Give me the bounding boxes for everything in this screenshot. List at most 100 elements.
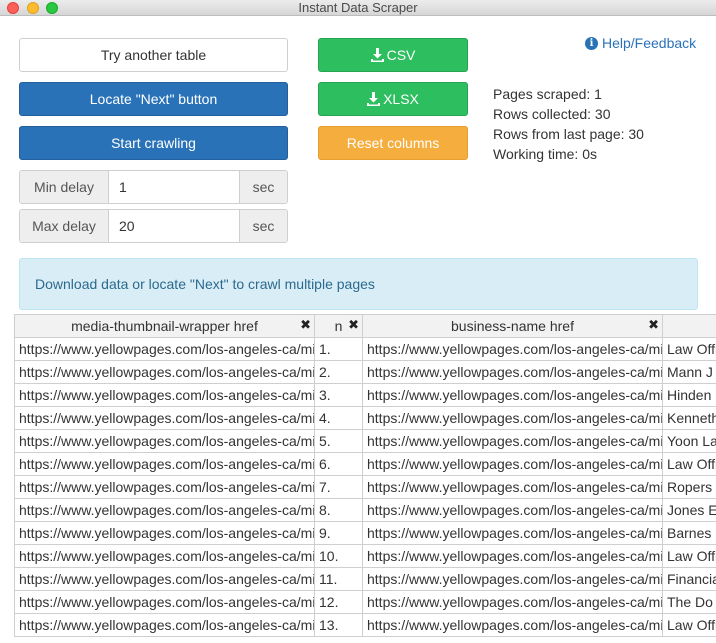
column-header[interactable]: [662, 314, 716, 338]
table-cell[interactable]: https://www.yellowpages.com/los-angeles-…: [362, 544, 663, 568]
table-cell[interactable]: Financia: [662, 567, 716, 591]
max-delay-group: Max delay sec: [19, 209, 288, 243]
start-crawling-button[interactable]: Start crawling: [19, 126, 288, 160]
rows-last-page: Rows from last page: 30: [493, 126, 644, 142]
table-cell[interactable]: https://www.yellowpages.com/los-angeles-…: [14, 337, 315, 361]
table-cell[interactable]: https://www.yellowpages.com/los-angeles-…: [362, 498, 663, 522]
info-icon: i: [585, 36, 598, 50]
table-row: https://www.yellowpages.com/los-angeles-…: [14, 337, 716, 361]
column-header[interactable]: media-thumbnail-wrapper href ✖: [14, 314, 315, 338]
reset-columns-button[interactable]: Reset columns: [318, 126, 468, 160]
csv-label: CSV: [386, 47, 416, 63]
table-cell[interactable]: https://www.yellowpages.com/los-angeles-…: [362, 475, 663, 499]
try-another-table-button[interactable]: Try another table: [19, 38, 288, 72]
table-cell[interactable]: Ropers: [662, 475, 716, 499]
table-cell[interactable]: https://www.yellowpages.com/los-angeles-…: [362, 383, 663, 407]
table-cell[interactable]: https://www.yellowpages.com/los-angeles-…: [14, 567, 315, 591]
table-cell[interactable]: Mann J: [662, 360, 716, 384]
table-cell[interactable]: https://www.yellowpages.com/los-angeles-…: [14, 521, 315, 545]
column-header-label: media-thumbnail-wrapper href: [71, 318, 258, 334]
max-delay-unit: sec: [239, 210, 287, 242]
table-cell[interactable]: https://www.yellowpages.com/los-angeles-…: [14, 429, 315, 453]
table-cell[interactable]: 1.: [314, 337, 363, 361]
min-delay-group: Min delay sec: [19, 170, 288, 204]
table-cell[interactable]: Kenneth: [662, 406, 716, 430]
column-header[interactable]: business-name href ✖: [362, 314, 663, 338]
min-delay-label: Min delay: [20, 171, 109, 203]
table-cell[interactable]: Jones E: [662, 498, 716, 522]
xlsx-button[interactable]: XLSX: [318, 82, 468, 116]
table-cell[interactable]: https://www.yellowpages.com/los-angeles-…: [14, 498, 315, 522]
table-cell[interactable]: 7.: [314, 475, 363, 499]
table-cell[interactable]: https://www.yellowpages.com/los-angeles-…: [362, 337, 663, 361]
table-row: https://www.yellowpages.com/los-angeles-…: [14, 613, 716, 637]
table-row: https://www.yellowpages.com/los-angeles-…: [14, 429, 716, 453]
table-cell[interactable]: 13.: [314, 613, 363, 637]
window-title: Instant Data Scraper: [298, 0, 418, 15]
locate-next-button[interactable]: Locate "Next" button: [19, 82, 288, 116]
table-cell[interactable]: https://www.yellowpages.com/los-angeles-…: [14, 406, 315, 430]
table-cell[interactable]: https://www.yellowpages.com/los-angeles-…: [14, 544, 315, 568]
scrape-stats: Pages scraped: 1 Rows collected: 30 Rows…: [493, 84, 644, 164]
data-table-container[interactable]: media-thumbnail-wrapper href ✖ n ✖ busin…: [14, 314, 716, 643]
min-delay-input[interactable]: [109, 171, 239, 203]
max-delay-input[interactable]: [109, 210, 239, 242]
table-cell[interactable]: 2.: [314, 360, 363, 384]
table-cell[interactable]: 11.: [314, 567, 363, 591]
column-header-label: business-name href: [451, 318, 574, 334]
table-row: https://www.yellowpages.com/los-angeles-…: [14, 590, 716, 614]
download-icon: [367, 92, 381, 106]
table-cell[interactable]: Yoon La: [662, 429, 716, 453]
table-cell[interactable]: 10.: [314, 544, 363, 568]
download-icon: [370, 48, 384, 62]
table-cell[interactable]: Hinden: [662, 383, 716, 407]
table-cell[interactable]: 6.: [314, 452, 363, 476]
min-delay-unit: sec: [239, 171, 287, 203]
xlsx-label: XLSX: [383, 91, 419, 107]
table-cell[interactable]: https://www.yellowpages.com/los-angeles-…: [362, 429, 663, 453]
working-time: Working time: 0s: [493, 146, 597, 162]
table-row: https://www.yellowpages.com/los-angeles-…: [14, 567, 716, 591]
table-cell[interactable]: https://www.yellowpages.com/los-angeles-…: [362, 360, 663, 384]
table-row: https://www.yellowpages.com/los-angeles-…: [14, 383, 716, 407]
max-delay-label: Max delay: [20, 210, 109, 242]
table-cell[interactable]: 4.: [314, 406, 363, 430]
column-header-label: n: [334, 318, 343, 334]
table-cell[interactable]: https://www.yellowpages.com/los-angeles-…: [362, 590, 663, 614]
table-cell[interactable]: https://www.yellowpages.com/los-angeles-…: [362, 613, 663, 637]
table-cell[interactable]: https://www.yellowpages.com/los-angeles-…: [362, 452, 663, 476]
table-cell[interactable]: 8.: [314, 498, 363, 522]
table-cell[interactable]: https://www.yellowpages.com/los-angeles-…: [14, 475, 315, 499]
table-cell[interactable]: https://www.yellowpages.com/los-angeles-…: [14, 360, 315, 384]
remove-column-icon[interactable]: ✖: [348, 317, 359, 333]
table-cell[interactable]: https://www.yellowpages.com/los-angeles-…: [14, 452, 315, 476]
table-cell[interactable]: Barnes: [662, 521, 716, 545]
table-cell[interactable]: https://www.yellowpages.com/los-angeles-…: [362, 406, 663, 430]
table-cell[interactable]: https://www.yellowpages.com/los-angeles-…: [14, 383, 315, 407]
help-feedback-link[interactable]: i Help/Feedback: [585, 35, 696, 51]
table-cell[interactable]: 9.: [314, 521, 363, 545]
table-cell[interactable]: 5.: [314, 429, 363, 453]
csv-button[interactable]: CSV: [318, 38, 468, 72]
table-cell[interactable]: https://www.yellowpages.com/los-angeles-…: [14, 590, 315, 614]
table-cell[interactable]: https://www.yellowpages.com/los-angeles-…: [362, 567, 663, 591]
table-row: https://www.yellowpages.com/los-angeles-…: [14, 406, 716, 430]
remove-column-icon[interactable]: ✖: [648, 317, 659, 333]
alert-text: Download data or locate "Next" to crawl …: [35, 276, 375, 292]
data-table: media-thumbnail-wrapper href ✖ n ✖ busin…: [14, 314, 716, 637]
table-cell[interactable]: https://www.yellowpages.com/los-angeles-…: [362, 521, 663, 545]
table-cell[interactable]: Law Offi: [662, 452, 716, 476]
table-cell[interactable]: 12.: [314, 590, 363, 614]
table-cell[interactable]: https://www.yellowpages.com/los-angeles-…: [14, 613, 315, 637]
table-cell[interactable]: Law Offices: [662, 337, 716, 361]
table-cell[interactable]: Law Offi: [662, 544, 716, 568]
remove-column-icon[interactable]: ✖: [300, 317, 311, 333]
column-header[interactable]: n ✖: [314, 314, 363, 338]
table-cell[interactable]: The Do: [662, 590, 716, 614]
table-header-row: media-thumbnail-wrapper href ✖ n ✖ busin…: [14, 314, 716, 338]
table-cell[interactable]: Law Offi: [662, 613, 716, 637]
table-row: https://www.yellowpages.com/los-angeles-…: [14, 360, 716, 384]
table-row: https://www.yellowpages.com/los-angeles-…: [14, 498, 716, 522]
title-bar: Instant Data Scraper: [0, 0, 716, 16]
table-cell[interactable]: 3.: [314, 383, 363, 407]
